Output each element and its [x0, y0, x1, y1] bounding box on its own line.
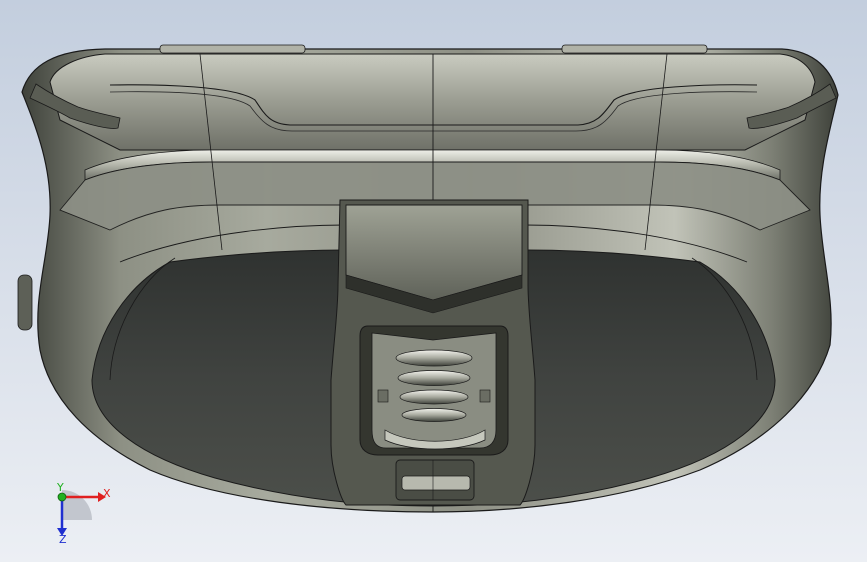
top-tab-left: [159, 44, 306, 54]
grip-rib: [399, 389, 469, 405]
grip-rib: [395, 349, 473, 367]
bottom-clip[interactable]: [395, 459, 475, 501]
grip-rib: [397, 370, 471, 386]
left-side-button[interactable]: [17, 274, 33, 331]
grip-rib: [401, 408, 467, 422]
housing-top-deck: [49, 53, 816, 151]
3d-model[interactable]: [0, 0, 867, 562]
top-tab-right: [561, 44, 708, 54]
graphics-viewport[interactable]: X Y Z: [0, 0, 867, 562]
